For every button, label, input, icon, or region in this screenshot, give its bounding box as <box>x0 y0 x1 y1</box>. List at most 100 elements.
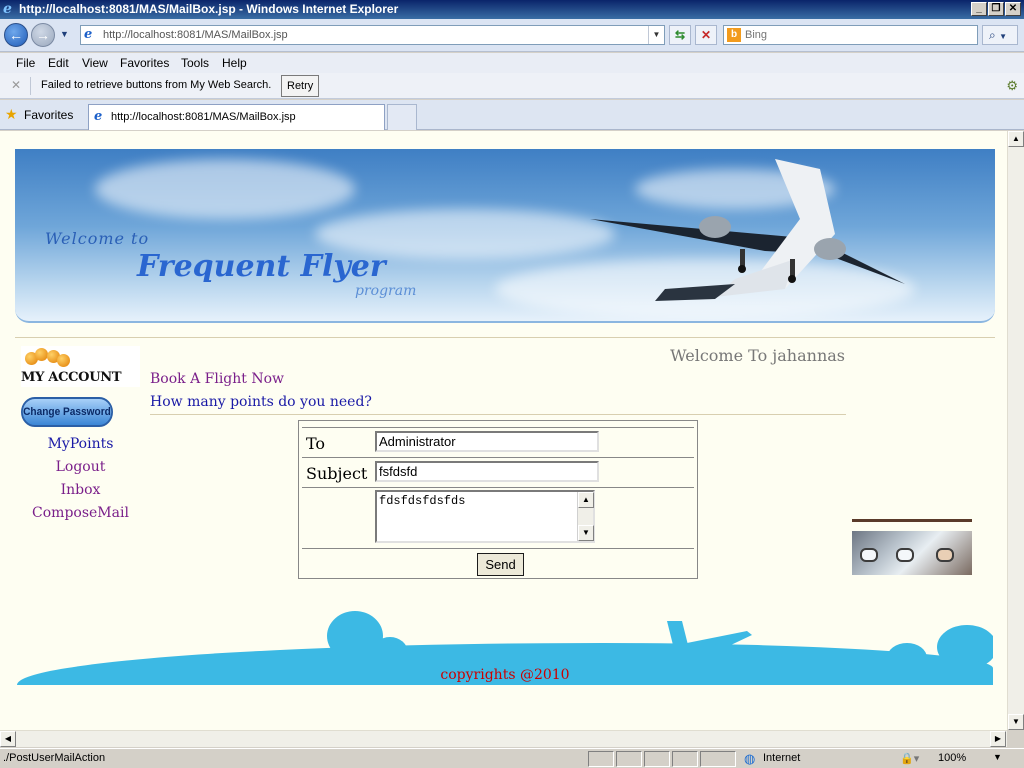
nav-mypoints[interactable]: MyPoints <box>20 436 141 452</box>
nav-logout[interactable]: Logout <box>20 459 141 475</box>
forward-button[interactable]: → <box>31 23 55 47</box>
zoom-dropdown-icon[interactable]: ▼ <box>993 752 1002 762</box>
menu-file[interactable]: File <box>16 56 35 70</box>
page-content: Welcome to Frequent Flyer program MY ACC… <box>0 131 1007 730</box>
retry-button[interactable]: Retry <box>281 75 320 97</box>
nav-compose-mail[interactable]: ComposeMail <box>20 505 141 521</box>
vertical-scrollbar[interactable]: ▲ ▼ <box>1007 131 1024 730</box>
search-box[interactable]: b <box>723 25 978 45</box>
stop-button[interactable]: ✕ <box>695 25 717 45</box>
send-row: Send <box>302 548 694 576</box>
passenger-face <box>936 548 954 562</box>
recent-pages-dropdown-icon[interactable]: ▼ <box>60 29 69 39</box>
cabin-photo <box>852 519 972 575</box>
window-title: http://localhost:8081/MAS/MailBox.jsp - … <box>19 2 399 16</box>
menu-view[interactable]: View <box>82 56 108 70</box>
body-row: fdsfdsfdsfds ▲ ▼ <box>302 487 694 548</box>
toolbar-options-icon[interactable]: ⚙ <box>1006 78 1018 94</box>
scroll-corner <box>1007 730 1024 747</box>
my-account-logo: MY ACCOUNT <box>21 346 140 387</box>
message-body-scrollbar[interactable]: ▲ ▼ <box>577 492 594 541</box>
status-bar: ./PostUserMailAction ◍ Internet 🔒▾ 100% … <box>0 748 1024 768</box>
cabin-window <box>860 548 878 562</box>
window-title-bar: e http://localhost:8081/MAS/MailBox.jsp … <box>0 0 1024 19</box>
close-toolbar-icon[interactable]: ✕ <box>11 78 21 92</box>
search-button[interactable]: ⌕ ▼ <box>982 25 1018 45</box>
stop-icon: ✕ <box>700 28 712 42</box>
magnifier-icon: ⌕ <box>989 28 996 42</box>
toolbar-info-bar: ✕ Failed to retrieve buttons from My Web… <box>0 73 1024 99</box>
menu-help[interactable]: Help <box>222 56 247 70</box>
scroll-left-icon[interactable]: ◀ <box>0 731 16 747</box>
scroll-up-icon[interactable]: ▲ <box>1008 131 1024 147</box>
banner-welcome-text: Welcome to <box>45 229 150 248</box>
separator <box>30 77 31 95</box>
security-zone: Internet <box>763 752 801 764</box>
status-cell <box>672 751 698 767</box>
page-icon: e <box>84 27 93 42</box>
to-row: To <box>302 427 694 457</box>
favorites-button[interactable]: Favorites <box>24 108 73 122</box>
divider <box>150 414 846 415</box>
status-cell <box>616 751 642 767</box>
menu-favorites[interactable]: Favorites <box>120 56 169 70</box>
tab-page-icon: e <box>94 109 103 124</box>
restore-button[interactable]: ❐ <box>988 2 1004 16</box>
menu-tools[interactable]: Tools <box>181 56 209 70</box>
minimize-button[interactable]: _ <box>971 2 987 16</box>
points-needed-link[interactable]: How many points do you need? <box>150 394 372 410</box>
forward-arrow-icon: → <box>36 27 50 43</box>
menu-bar: File Edit View Favorites Tools Help <box>0 53 1024 73</box>
close-window-button[interactable]: ✕ <box>1005 2 1021 16</box>
menu-edit[interactable]: Edit <box>48 56 69 70</box>
back-button[interactable]: ← <box>4 23 28 47</box>
book-flight-link[interactable]: Book A Flight Now <box>150 371 284 387</box>
welcome-user-text: Welcome To jahannas <box>670 346 845 365</box>
nav-inbox[interactable]: Inbox <box>20 482 141 498</box>
airplane-image <box>590 159 905 301</box>
change-password-button[interactable]: Change Password <box>21 397 113 427</box>
search-input[interactable] <box>745 28 970 42</box>
favorites-star-icon[interactable]: ★ <box>5 106 18 123</box>
protected-mode-icon[interactable]: 🔒▾ <box>900 752 919 765</box>
horizontal-scrollbar[interactable]: ◀ ▶ <box>0 730 1007 747</box>
browser-tab[interactable]: e http://localhost:8081/MAS/MailBox.jsp <box>88 104 385 130</box>
refresh-button[interactable]: ⇆ <box>669 25 691 45</box>
search-options-dropdown-icon[interactable]: ▼ <box>999 32 1007 41</box>
subject-row: Subject <box>302 457 694 487</box>
address-toolbar: ← → ▼ e http://localhost:8081/MAS/MailBo… <box>0 19 1024 52</box>
subject-field[interactable] <box>375 461 599 482</box>
refresh-icon: ⇆ <box>674 28 686 42</box>
toolbar-message: Failed to retrieve buttons from My Web S… <box>41 79 272 91</box>
to-field[interactable] <box>375 431 599 452</box>
subject-label: Subject <box>306 464 368 483</box>
scroll-down-icon[interactable]: ▼ <box>578 525 594 541</box>
my-account-label: MY ACCOUNT <box>21 370 122 385</box>
tab-title: http://localhost:8081/MAS/MailBox.jsp <box>111 111 296 123</box>
address-dropdown-icon[interactable]: ▼ <box>648 26 664 44</box>
to-label: To <box>306 434 326 453</box>
ie-logo-icon: e <box>3 1 12 17</box>
favorites-bar: ★ Favorites e http://localhost:8081/MAS/… <box>0 100 1024 130</box>
back-arrow-icon: ← <box>9 27 23 43</box>
compose-mail-form: To Subject fdsfdsfdsfds ▲ ▼ Send <box>298 420 698 579</box>
copyright-text: copyrights @2010 <box>440 667 570 683</box>
scroll-right-icon[interactable]: ▶ <box>990 731 1006 747</box>
status-cell <box>588 751 614 767</box>
body-wrapper: fdsfdsfdsfds ▲ ▼ <box>302 490 602 546</box>
scroll-down-icon[interactable]: ▼ <box>1008 714 1024 730</box>
message-body-field[interactable]: fdsfdsfdsfds <box>375 490 595 543</box>
internet-zone-icon: ◍ <box>744 751 756 766</box>
new-tab-button[interactable] <box>387 104 417 130</box>
footer-illustration: copyrights @2010 <box>17 607 993 685</box>
zoom-level[interactable]: 100% <box>938 752 966 764</box>
status-cell <box>700 751 736 767</box>
welcome-banner: Welcome to Frequent Flyer program <box>15 149 995 323</box>
address-bar[interactable]: e http://localhost:8081/MAS/MailBox.jsp … <box>80 25 665 45</box>
send-button[interactable]: Send <box>477 553 524 576</box>
scroll-up-icon[interactable]: ▲ <box>578 492 594 508</box>
banner-program-name: Frequent Flyer <box>137 249 386 284</box>
bing-icon: b <box>727 28 741 42</box>
address-url[interactable]: http://localhost:8081/MAS/MailBox.jsp <box>103 29 288 41</box>
divider <box>15 337 995 338</box>
